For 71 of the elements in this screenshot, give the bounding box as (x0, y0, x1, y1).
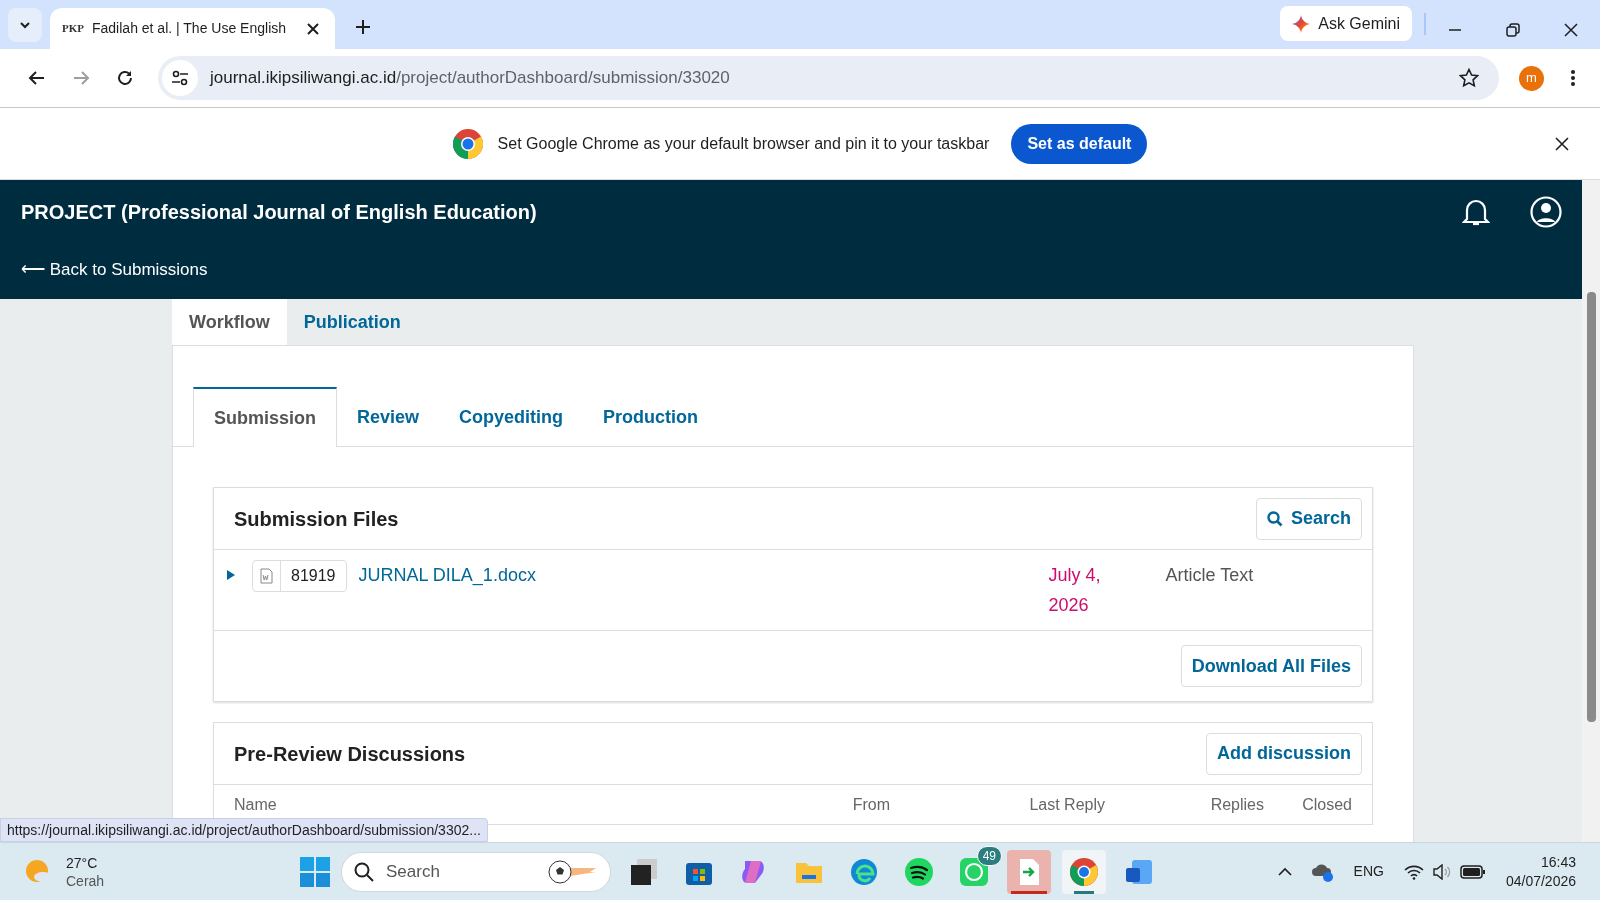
close-icon[interactable] (1555, 137, 1569, 151)
page-tab[interactable]: Workflow (172, 299, 287, 345)
column-header: Closed (1301, 794, 1352, 815)
stage-tab[interactable]: Submission (193, 387, 337, 447)
cloud-icon[interactable] (1311, 861, 1334, 882)
forward-icon[interactable] (72, 69, 90, 87)
battery-icon[interactable] (1459, 864, 1486, 879)
stage-tab[interactable]: Copyediting (439, 387, 584, 447)
close-icon[interactable] (307, 22, 319, 35)
column-header: Name (234, 794, 278, 815)
scrollbar[interactable] (1582, 180, 1600, 842)
plus-icon[interactable] (355, 19, 371, 35)
weather-temperature: 27°C (66, 853, 99, 872)
search-button[interactable]: Search (1255, 497, 1362, 540)
file-link[interactable]: JURNAL DILA_1.docx (358, 560, 1049, 590)
site-settings-icon[interactable] (171, 69, 189, 87)
task-view-icon[interactable] (629, 857, 659, 887)
language-indicator[interactable]: ENG (1353, 861, 1384, 882)
file-type: Article Text (1165, 564, 1254, 587)
taskbar-search[interactable]: Search (341, 852, 611, 892)
file-date: July 4, 2026 (1048, 564, 1102, 617)
chrome-icon[interactable] (1069, 857, 1099, 887)
download-all-button[interactable]: Download All Files (1180, 645, 1362, 687)
chevron-up-icon[interactable] (1277, 866, 1292, 877)
file-id: 81919 (290, 566, 337, 586)
set-default-button[interactable]: Set as default (1011, 123, 1148, 164)
star-icon[interactable] (1459, 68, 1479, 88)
expand-icon[interactable] (226, 569, 236, 581)
reload-icon[interactable] (116, 69, 134, 87)
status-url: https://journal.ikipsiliwangi.ac.id/project/authorDashboard/submission/3302... (0, 818, 488, 842)
document-icon (260, 568, 273, 584)
address-bar[interactable]: journal.ikipsiliwangi.ac.id/project/authorDashboard/submission/33020 (158, 56, 1499, 100)
bell-icon[interactable] (1462, 197, 1490, 227)
journal-title: PROJECT (Professional Journal of English Education) (21, 200, 537, 225)
back-link[interactable]: ⟵ Back to Submissions (21, 257, 208, 283)
ask-gemini-button[interactable]: Ask Gemini (1280, 6, 1412, 41)
music-app-icon[interactable] (904, 857, 934, 887)
column-header: Last Reply (1028, 794, 1105, 815)
add-discussion-button[interactable]: Add discussion (1206, 732, 1362, 775)
chrome-logo-icon (452, 128, 483, 159)
column-header: Replies (1209, 794, 1264, 815)
stage-tab[interactable]: Review (337, 387, 440, 447)
section-title: Submission Files (234, 506, 399, 532)
url-text: journal.ikipsiliwangi.ac.id/project/authorDashboard/submission/33020 (210, 67, 730, 90)
infobar-message: Set Google Chrome as your default browser and pin it to your taskbar (497, 133, 990, 154)
tab-list-button[interactable] (8, 8, 42, 42)
back-icon[interactable] (28, 69, 46, 87)
search-icon (354, 862, 374, 882)
tab-title: Fadilah et al. | The Use English (92, 19, 287, 38)
browser-icon[interactable] (849, 857, 879, 887)
weather-condition: Cerah (66, 871, 105, 890)
tab-favicon: PKP (62, 21, 84, 37)
word-icon[interactable] (1124, 857, 1154, 887)
speaker-icon[interactable] (1431, 863, 1452, 880)
restore-icon[interactable] (1506, 23, 1520, 37)
section-title: Pre-Review Discussions (234, 741, 466, 767)
stage-tab[interactable]: Production (583, 387, 719, 447)
user-account-icon[interactable] (1530, 196, 1562, 228)
more-icon[interactable] (1570, 69, 1576, 87)
clock-date[interactable]: 04/07/2026 (1505, 871, 1576, 891)
sparkle-icon (1292, 14, 1311, 33)
close-icon[interactable] (1564, 23, 1578, 37)
search-icon (1266, 510, 1283, 527)
start-icon[interactable] (300, 857, 330, 887)
clock-time[interactable]: 16:43 (1540, 852, 1576, 872)
soccer-ball-icon (548, 860, 598, 884)
notification-badge: 49 (976, 846, 1002, 866)
column-header: From (851, 794, 890, 815)
browser-tab[interactable]: PKP Fadilah et al. | The Use English (50, 8, 335, 49)
page-tab[interactable]: Publication (286, 299, 418, 345)
wifi-icon[interactable] (1403, 863, 1424, 880)
